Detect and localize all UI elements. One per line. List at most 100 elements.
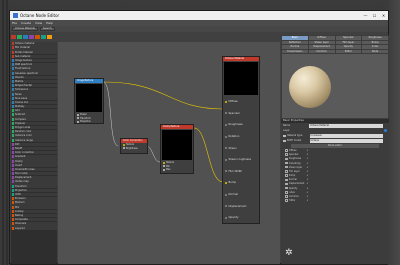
menu-view[interactable]: View — [35, 21, 42, 25]
sidebar-node-item[interactable]: Mix material — [11, 46, 57, 50]
channel-checkbox[interactable] — [285, 149, 288, 152]
sidebar-node-item[interactable]: Dirt — [11, 142, 57, 147]
sidebar-node-item[interactable]: Toon ramp — [11, 171, 57, 176]
channel-checkbox[interactable] — [285, 199, 288, 202]
sidebar-node-item[interactable]: Gaussian spectrum — [11, 71, 57, 75]
node-clamp-texture[interactable]: ClampTexture Texture Min Max — [160, 124, 194, 174]
pin-brightness[interactable]: Brightness — [121, 147, 147, 151]
sidebar-node-item[interactable]: Gradient — [11, 155, 57, 159]
sidebar-node-item[interactable]: Random color — [11, 129, 57, 134]
sidebar-node-item[interactable]: Cinema4D noise — [11, 167, 57, 172]
name-field[interactable]: Octane Material — [309, 124, 383, 128]
sidebar-node-item[interactable]: Vertex map — [11, 180, 57, 184]
sidebar-node-item[interactable]: Turbulence — [11, 88, 57, 92]
tab-editor[interactable]: Editor — [335, 49, 362, 54]
sidebar-node-item[interactable]: Transform — [11, 184, 57, 188]
category-color-chip[interactable] — [41, 35, 46, 39]
channel-checkbox[interactable] — [285, 165, 288, 169]
sidebar-node-item[interactable]: Sine wave — [11, 96, 57, 101]
category-color-chip[interactable] — [29, 35, 34, 39]
channel-checkbox[interactable] — [285, 157, 288, 161]
tab-index[interactable]: Index — [362, 45, 388, 49]
brdf-checkbox[interactable] — [283, 139, 286, 143]
tab-film-layer[interactable]: Film layer — [335, 40, 362, 45]
tab-node[interactable]: Node — [362, 49, 388, 54]
sidebar-node-item[interactable]: Subtract — [11, 113, 57, 117]
tab-displacement[interactable]: Displacement — [308, 45, 335, 49]
menu-file[interactable]: File — [12, 21, 17, 25]
sidebar-node-item[interactable]: Add — [11, 109, 57, 113]
sidebar-node-item[interactable]: Triplanar — [11, 121, 57, 126]
sidebar-node-item[interactable]: Invert — [11, 163, 57, 168]
category-color-chip[interactable] — [17, 35, 22, 39]
sidebar-node-item[interactable]: Portal material — [11, 50, 57, 54]
sidebar-node-item[interactable]: Octane material — [11, 42, 57, 46]
menu-help[interactable]: Help — [46, 21, 53, 25]
close-button[interactable]: ✕ — [379, 13, 388, 18]
category-color-chip[interactable] — [23, 35, 28, 39]
pin-roughness[interactable]: Roughness — [223, 119, 259, 131]
sidebar-node-item[interactable]: Mix — [11, 205, 57, 209]
pin-rotation[interactable]: Rotation — [223, 131, 259, 143]
sidebar-node-item[interactable]: Instance range — [11, 138, 57, 142]
sidebar-node-item[interactable]: Layered — [11, 226, 57, 230]
sidebar-node-item[interactable]: Emission — [11, 196, 57, 201]
tab-reflection[interactable]: Reflection — [282, 40, 308, 45]
tab-roughness[interactable]: Roughness — [362, 36, 388, 40]
node-canvas[interactable]: ImageTexture Power Transform Projection … — [58, 42, 280, 264]
layer-toggle[interactable] — [384, 129, 387, 133]
material-type-checkbox[interactable] — [283, 134, 286, 138]
node-octane-material[interactable]: Octane Material Diffuse Specular Roughne… — [222, 56, 260, 224]
sidebar-node-item[interactable]: Baking — [11, 213, 57, 218]
tab-opacity[interactable]: Opacity — [335, 45, 362, 49]
pin-normal[interactable]: Normal — [223, 189, 259, 201]
sidebar-node-item[interactable]: Channels — [11, 222, 57, 226]
sidebar-node-item[interactable]: Composite — [11, 217, 57, 222]
sidebar-node-item[interactable]: Polygon side — [11, 125, 57, 130]
sidebar-node-item[interactable]: Sub material — [11, 54, 57, 59]
channel-checkbox[interactable] — [285, 174, 288, 177]
node-color-correction[interactable]: Color Correction Texture Brightness — [120, 138, 148, 154]
category-color-chip[interactable] — [47, 35, 52, 39]
tab-diffuse[interactable]: Diffuse — [308, 36, 335, 40]
channel-checkbox[interactable] — [285, 161, 288, 165]
sidebar-node-item[interactable]: RGB spectrum — [11, 62, 57, 67]
pin-diffuse[interactable]: Diffuse — [223, 96, 259, 108]
channel-checkbox[interactable] — [285, 153, 288, 156]
sidebar-node-item[interactable]: UVW — [11, 192, 57, 197]
pin-specular[interactable]: Specular — [223, 108, 259, 120]
material-selector[interactable]: Octane Material — [12, 27, 38, 31]
sidebar-node-item[interactable]: Lookup — [11, 209, 57, 214]
pin-bump[interactable]: Bump — [223, 177, 259, 189]
channel-checkbox[interactable] — [285, 170, 288, 173]
tab-normal[interactable]: Normal — [282, 45, 308, 49]
tab-basic[interactable]: Basic — [282, 36, 308, 40]
channel-checkbox[interactable] — [285, 195, 288, 198]
maximize-button[interactable]: ☐ — [370, 13, 379, 18]
sidebar-node-item[interactable]: Instance color — [11, 134, 57, 138]
tab-transmission[interactable]: Transmission — [282, 49, 308, 54]
menu-create[interactable]: Create — [21, 21, 31, 25]
sidebar-node-item[interactable]: Clamp — [11, 159, 57, 163]
tab-common[interactable]: Common — [308, 49, 335, 54]
sidebar-node-item[interactable]: Noise — [11, 92, 57, 96]
category-color-chip[interactable] — [11, 35, 16, 39]
sidebar-node-item[interactable]: Cosine mix — [11, 100, 57, 105]
sidebar-node-item[interactable]: Ridged fractal — [11, 83, 57, 88]
channel-checkbox[interactable] — [285, 191, 288, 194]
tab-specular[interactable]: Specular — [335, 36, 362, 40]
sidebar-node-item[interactable]: Color correction — [11, 150, 57, 155]
sidebar-node-item[interactable]: Marble — [11, 79, 57, 84]
search-field[interactable]: Search — [39, 27, 55, 31]
pin-sheen[interactable]: Sheen — [223, 142, 259, 154]
sidebar-node-item[interactable]: Projection — [11, 188, 57, 193]
pin-sheen-roughness[interactable]: Sheen roughness — [223, 154, 259, 166]
channel-checkbox[interactable] — [285, 186, 288, 190]
channel-checkbox[interactable] — [285, 178, 288, 182]
sidebar-node-item[interactable]: Multiply — [11, 104, 57, 109]
sidebar-node-item[interactable]: Checks — [11, 75, 57, 80]
sidebar-node-item[interactable]: Image texture — [11, 58, 57, 63]
tab-bump[interactable]: Bump — [362, 40, 388, 45]
node-image-texture[interactable]: ImageTexture Power Transform Projection — [74, 78, 104, 124]
category-color-chip[interactable] — [35, 35, 40, 39]
